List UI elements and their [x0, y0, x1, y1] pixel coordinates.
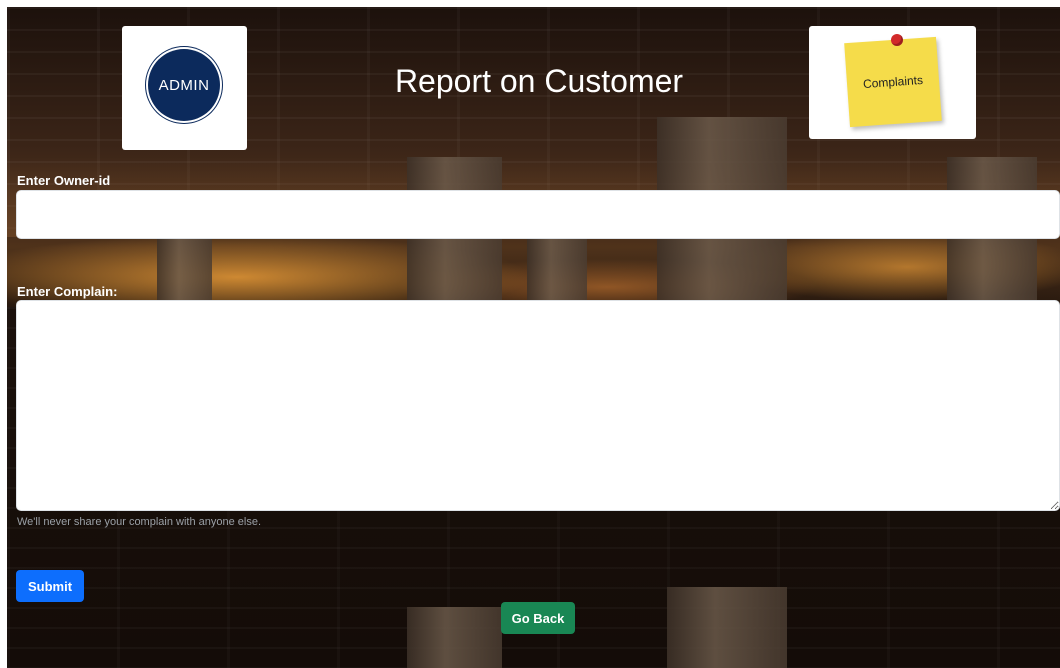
complain-help-text: We'll never share your complain with any…	[17, 516, 262, 528]
sticky-note-icon: Complaints	[844, 36, 942, 128]
complaints-logo: Complaints	[809, 26, 976, 139]
owner-id-label: Enter Owner-id	[17, 173, 111, 188]
page-title: Report on Customer	[394, 63, 684, 99]
admin-logo-text: ADMIN	[158, 76, 210, 94]
admin-badge-icon: ADMIN	[148, 49, 220, 121]
complaints-logo-text: Complaints	[862, 72, 924, 92]
go-back-button[interactable]: Go Back	[501, 602, 575, 634]
complain-label: Enter Complain:	[17, 284, 118, 299]
admin-logo: ADMIN	[122, 26, 247, 150]
pushpin-icon	[891, 34, 903, 46]
complain-textarea[interactable]	[16, 300, 1060, 511]
owner-id-input[interactable]	[16, 190, 1060, 239]
page-background: ADMIN Report on Customer Complaints Ente…	[7, 7, 1060, 668]
submit-button[interactable]: Submit	[16, 570, 84, 602]
